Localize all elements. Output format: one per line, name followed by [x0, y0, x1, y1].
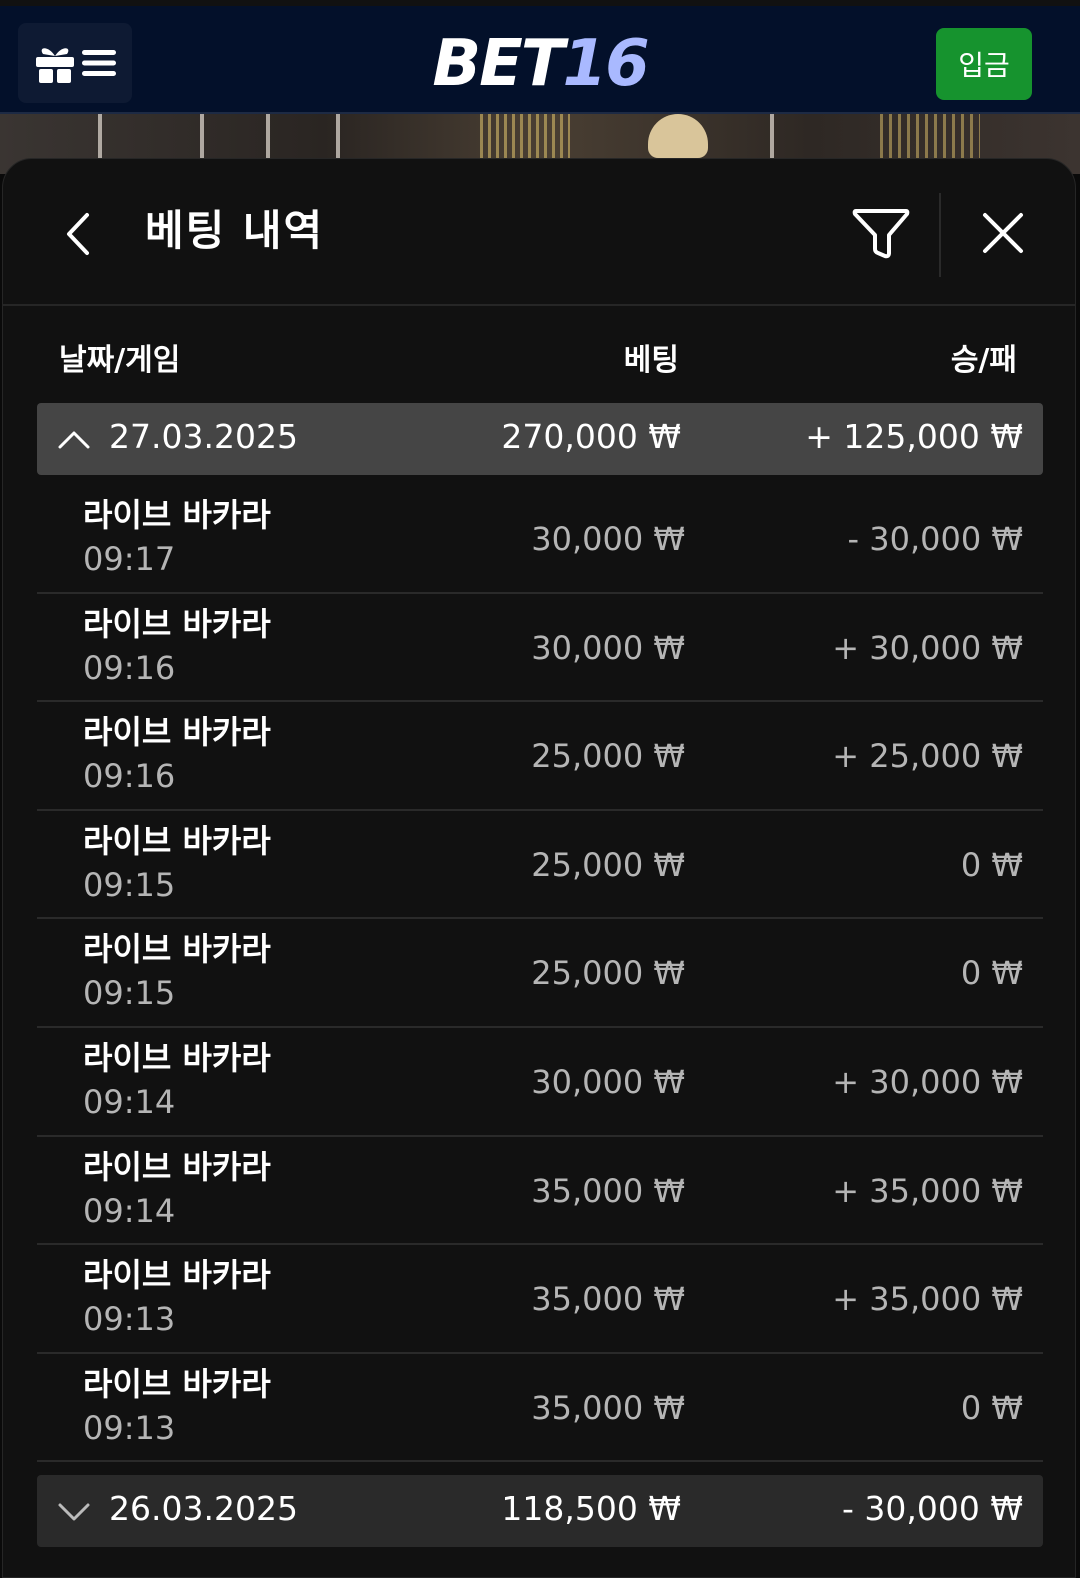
table-row[interactable]: 라이브 바카라 09:15 25,000 ₩ 0 ₩	[37, 811, 1043, 920]
chevron-left-icon[interactable]	[61, 209, 95, 259]
logo-text: BET	[432, 27, 564, 101]
group-bet-total: 270,000 ₩	[501, 417, 681, 456]
game-name: 라이브 바카라	[83, 1364, 271, 1403]
bet-time: 09:13	[83, 1408, 176, 1447]
table-row[interactable]: 라이브 바카라 09:16 30,000 ₩ + 30,000 ₩	[37, 594, 1043, 703]
bet-time: 09:14	[83, 1191, 176, 1230]
top-bar: BET16 입금	[0, 0, 1080, 114]
game-name: 라이브 바카라	[83, 1147, 271, 1186]
close-icon[interactable]	[981, 211, 1025, 255]
table-row[interactable]: 라이브 바카라 09:17 30,000 ₩ - 30,000 ₩	[37, 485, 1043, 594]
betting-history-panel: 베팅 내역 날짜/게임 베팅 승/패 27.03.2025 270,000 ₩ …	[2, 158, 1076, 1578]
bet-result: - 30,000 ₩	[847, 520, 1024, 558]
table-row[interactable]: 라이브 바카라 09:13 35,000 ₩ 0 ₩	[37, 1354, 1043, 1463]
bet-amount: 35,000 ₩	[531, 1280, 685, 1319]
table-row[interactable]: 라이브 바카라 09:16 25,000 ₩ + 25,000 ₩	[37, 702, 1043, 811]
bet-result: + 25,000 ₩	[832, 737, 1023, 776]
game-name: 라이브 바카라	[83, 713, 271, 752]
bet-result: 0 ₩	[960, 954, 1023, 993]
bet-amount: 25,000 ₩	[531, 845, 685, 884]
group-result-total: + 125,000 ₩	[805, 417, 1023, 456]
chevron-down-icon	[58, 1503, 90, 1521]
bet-amount: 30,000 ₩	[531, 628, 685, 667]
game-name: 라이브 바카라	[83, 496, 271, 534]
bet-result: + 30,000 ₩	[832, 1062, 1023, 1101]
brand-logo[interactable]: BET16	[0, 26, 1080, 102]
game-name: 라이브 바카라	[83, 604, 271, 643]
group-date: 27.03.2025	[109, 417, 298, 456]
bet-amount: 25,000 ₩	[531, 737, 685, 776]
deposit-button[interactable]: 입금	[936, 28, 1032, 100]
game-name: 라이브 바카라	[83, 821, 271, 860]
bet-amount: 25,000 ₩	[531, 954, 685, 993]
bet-result: + 35,000 ₩	[832, 1171, 1023, 1210]
table-row[interactable]: 라이브 바카라 09:13 35,000 ₩ + 35,000 ₩	[37, 1245, 1043, 1354]
column-win-loss: 승/패	[950, 343, 1017, 378]
bet-result: + 30,000 ₩	[832, 628, 1023, 667]
bet-result: 0 ₩	[960, 845, 1023, 884]
group-result-total: - 30,000 ₩	[842, 1489, 1023, 1528]
filter-icon[interactable]	[851, 205, 911, 261]
bet-amount: 30,000 ₩	[531, 520, 685, 558]
game-name: 라이브 바카라	[83, 930, 271, 969]
logo-number: 16	[562, 27, 650, 101]
column-date-game: 날짜/게임	[59, 343, 181, 378]
bet-result: 0 ₩	[960, 1388, 1023, 1427]
bet-time: 09:16	[83, 648, 176, 687]
header-divider	[939, 193, 941, 277]
panel-header: 베팅 내역	[3, 159, 1075, 306]
bet-time: 09:15	[83, 974, 176, 1013]
column-headers: 날짜/게임 베팅 승/패	[3, 335, 1075, 385]
bet-time: 09:14	[83, 1082, 176, 1121]
game-name: 라이브 바카라	[83, 1038, 271, 1077]
bet-result: + 35,000 ₩	[832, 1280, 1023, 1319]
table-row[interactable]: 라이브 바카라 09:14 30,000 ₩ + 30,000 ₩	[37, 1028, 1043, 1137]
bet-time: 09:17	[83, 540, 176, 578]
bet-amount: 35,000 ₩	[531, 1388, 685, 1427]
bet-time: 09:16	[83, 757, 176, 796]
table-row[interactable]: 라이브 바카라 09:15 25,000 ₩ 0 ₩	[37, 919, 1043, 1028]
table-row[interactable]: 라이브 바카라 09:14 35,000 ₩ + 35,000 ₩	[37, 1137, 1043, 1246]
group-bet-total: 118,500 ₩	[501, 1489, 681, 1528]
date-group-header[interactable]: 27.03.2025 270,000 ₩ + 125,000 ₩	[37, 403, 1043, 475]
column-bet: 베팅	[623, 343, 679, 378]
game-name: 라이브 바카라	[83, 1256, 271, 1295]
bet-time: 09:13	[83, 1300, 176, 1339]
date-group-header[interactable]: 26.03.2025 118,500 ₩ - 30,000 ₩	[37, 1475, 1043, 1547]
bet-amount: 35,000 ₩	[531, 1171, 685, 1210]
page-title: 베팅 내역	[145, 206, 325, 255]
bet-amount: 30,000 ₩	[531, 1062, 685, 1101]
chevron-up-icon	[58, 431, 90, 449]
bet-time: 09:15	[83, 865, 176, 904]
group-date: 26.03.2025	[109, 1489, 298, 1528]
bet-list: 라이브 바카라 09:17 30,000 ₩ - 30,000 ₩ 라이브 바카…	[37, 485, 1043, 1463]
